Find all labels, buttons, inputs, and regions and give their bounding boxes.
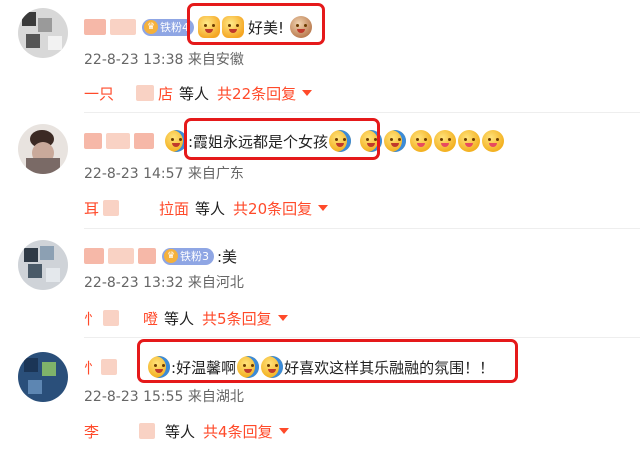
reply-others: 等人 [195, 199, 226, 218]
location: 来自湖北 [187, 389, 244, 405]
highlight-box [187, 3, 325, 45]
chevron-down-icon[interactable] [318, 205, 329, 211]
timestamp: 22-8-23 13:38 [84, 52, 184, 68]
divider [84, 228, 640, 229]
reply-others: 等人 [179, 84, 210, 103]
avatar[interactable] [18, 124, 68, 174]
location: 来自河北 [187, 275, 244, 291]
timestamp: 22-8-23 14:57 [84, 166, 184, 182]
username-blurred[interactable]: 忄 [84, 357, 99, 378]
chevron-down-icon[interactable] [278, 428, 289, 434]
timestamp: 22-8-23 13:32 [84, 275, 184, 291]
divider [84, 112, 640, 113]
reply-user[interactable]: 拉面 [159, 198, 189, 219]
reply-others: 等人 [164, 309, 195, 328]
avatar[interactable] [18, 352, 68, 402]
reply-summary[interactable]: 李 等人 共4条回复 [84, 419, 289, 443]
comment-meta: 22-8-23 13:38 来自安徽 [84, 49, 244, 69]
comment-meta: 22-8-23 13:32 来自河北 [84, 272, 244, 292]
comment-meta: 22-8-23 14:57 来自广东 [84, 163, 244, 183]
username-blurred[interactable] [84, 248, 104, 264]
reply-count-link[interactable]: 共22条回复 [217, 83, 296, 104]
reply-user[interactable]: 耳 [84, 198, 99, 219]
crown-icon: ♛ [144, 20, 158, 34]
reply-count-link[interactable]: 共5条回复 [202, 308, 272, 329]
highlight-box [184, 118, 380, 160]
highlight-box [137, 339, 518, 383]
reply-summary[interactable]: 一只 店 等人 共22条回复 [84, 81, 313, 105]
username-blurred[interactable] [84, 133, 102, 149]
cheer-emoji-icon [384, 130, 407, 152]
username-blurred[interactable] [84, 19, 106, 35]
reply-summary[interactable]: 忄 噔 等人 共5条回复 [84, 306, 288, 330]
chevron-down-icon[interactable] [302, 90, 313, 96]
reply-others: 等人 [165, 422, 196, 441]
heart-face-emoji-icon [410, 130, 433, 152]
reply-user[interactable]: 店 [158, 83, 173, 104]
heart-face-emoji-icon [458, 130, 481, 152]
reply-user[interactable]: 忄 [84, 308, 99, 329]
reply-user[interactable]: 一只 [84, 83, 114, 104]
location: 来自安徽 [187, 52, 244, 68]
reply-count-link[interactable]: 共4条回复 [203, 421, 273, 442]
avatar[interactable] [18, 8, 68, 58]
comment-header: ♛ 铁粉3 :美 [84, 243, 237, 269]
timestamp: 22-8-23 15:55 [84, 389, 184, 405]
heart-face-emoji-icon [482, 130, 505, 152]
reply-user[interactable]: 李 [84, 421, 99, 442]
comment-meta: 22-8-23 15:55 来自湖北 [84, 386, 244, 406]
avatar[interactable] [18, 240, 68, 290]
fan-badge: ♛ 铁粉3 [162, 247, 214, 265]
location: 来自广东 [187, 166, 244, 182]
chevron-down-icon[interactable] [277, 315, 288, 321]
crown-icon: ♛ [164, 249, 178, 263]
reply-user[interactable]: 噔 [143, 308, 158, 329]
comment-text: :美 [217, 247, 238, 266]
reply-count-link[interactable]: 共20条回复 [233, 198, 312, 219]
reply-summary[interactable]: 耳 拉面 等人 共20条回复 [84, 196, 329, 220]
divider [84, 337, 640, 338]
heart-face-emoji-icon [434, 130, 457, 152]
